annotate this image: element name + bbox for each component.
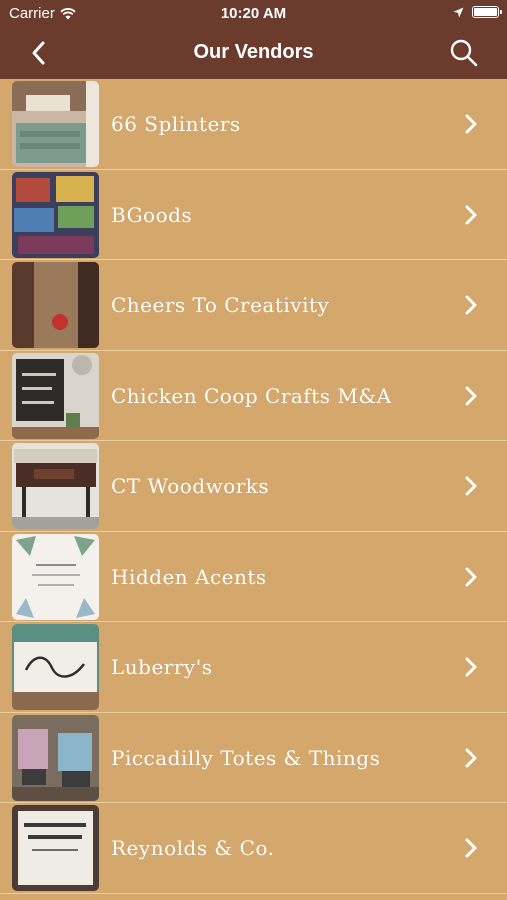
status-time: 10:20 AM bbox=[220, 5, 287, 22]
vendor-row[interactable]: 66 Splinters bbox=[0, 79, 507, 170]
vendor-thumbnail bbox=[12, 171, 99, 258]
vendor-row[interactable]: Luberry's bbox=[0, 622, 507, 713]
vendor-thumbnail bbox=[12, 443, 99, 529]
vendor-photo-image bbox=[12, 352, 99, 439]
vendor-photo-image bbox=[12, 81, 99, 167]
vendor-photo-image bbox=[12, 805, 99, 891]
chevron-right-icon bbox=[465, 295, 477, 315]
chevron-right-icon bbox=[465, 476, 477, 496]
vendor-photo-image bbox=[12, 262, 99, 348]
vendor-row[interactable]: BGoods bbox=[0, 170, 507, 260]
vendor-name: Reynolds & Co. bbox=[111, 836, 275, 860]
vendor-thumbnail bbox=[12, 81, 99, 167]
battery-icon bbox=[472, 6, 502, 18]
vendor-photo-image bbox=[12, 624, 99, 710]
chevron-right-icon bbox=[465, 205, 477, 224]
vendor-name: BGoods bbox=[111, 202, 193, 227]
chevron-right-icon bbox=[465, 838, 477, 858]
vendor-thumbnail bbox=[12, 352, 99, 439]
vendor-row[interactable]: Chicken Coop Crafts M&A bbox=[0, 351, 507, 441]
app-screen: Carrier 10:20 AM Our Vendors 66 Splinter… bbox=[0, 0, 507, 900]
vendor-name: Piccadilly Totes & Things bbox=[111, 745, 381, 770]
vendor-name: CT Woodworks bbox=[111, 474, 270, 498]
vendor-photo-image bbox=[12, 714, 99, 801]
vendor-row[interactable]: Cheers To Creativity bbox=[0, 260, 507, 351]
chevron-right-icon bbox=[465, 657, 477, 677]
chevron-right-icon bbox=[465, 748, 477, 767]
vendor-row[interactable]: CT Woodworks bbox=[0, 441, 507, 532]
page-title: Our Vendors bbox=[193, 41, 314, 63]
vendor-thumbnail bbox=[12, 805, 99, 891]
vendor-name: Chicken Coop Crafts M&A bbox=[111, 383, 392, 408]
vendor-thumbnail bbox=[12, 714, 99, 801]
top-bar: Carrier 10:20 AM Our Vendors bbox=[0, 0, 507, 79]
vendor-photo-image bbox=[12, 171, 99, 258]
chevron-right-icon bbox=[465, 386, 477, 405]
vendor-thumbnail bbox=[12, 624, 99, 710]
navigation-bar: Our Vendors bbox=[0, 27, 507, 79]
vendor-row[interactable]: Reynolds & Co. bbox=[0, 803, 507, 894]
vendor-name: 66 Splinters bbox=[111, 112, 241, 136]
vendor-photo-image bbox=[12, 533, 99, 620]
search-button[interactable] bbox=[449, 38, 479, 68]
search-icon bbox=[450, 39, 478, 67]
vendor-name: Luberry's bbox=[111, 655, 213, 679]
vendor-row[interactable]: Hidden Acents bbox=[0, 532, 507, 622]
vendor-thumbnail bbox=[12, 262, 99, 348]
vendor-name: Hidden Acents bbox=[111, 564, 267, 589]
status-right-group bbox=[453, 6, 502, 18]
location-arrow-icon bbox=[453, 7, 464, 17]
chevron-right-icon bbox=[465, 567, 477, 586]
status-bar: Carrier 10:20 AM bbox=[0, 0, 507, 27]
vendor-row[interactable]: Piccadilly Totes & Things bbox=[0, 713, 507, 803]
vendor-thumbnail bbox=[12, 533, 99, 620]
vendor-photo-image bbox=[12, 443, 99, 529]
vendor-name: Cheers To Creativity bbox=[111, 293, 330, 317]
chevron-right-icon bbox=[465, 114, 477, 134]
vendor-list: 66 Splinters BGoods Cheers To Creativity… bbox=[0, 79, 507, 894]
